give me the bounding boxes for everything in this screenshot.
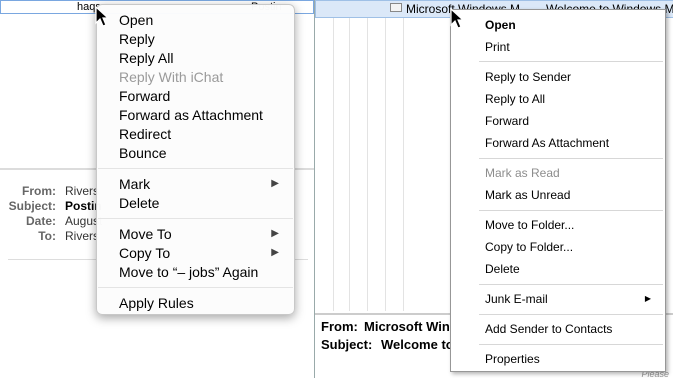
submenu-arrow-icon: ▶ xyxy=(271,228,279,239)
column-gridline xyxy=(333,18,334,311)
header-label: Date: xyxy=(25,214,56,228)
menu-item-reply-all[interactable]: Reply All xyxy=(119,49,289,67)
menu-item-mark[interactable]: Mark ▶ xyxy=(119,175,289,193)
menu-item-mark-as-unread[interactable]: Mark as Unread xyxy=(485,187,661,203)
header-label: From: xyxy=(22,184,56,198)
menu-separator xyxy=(98,287,293,288)
header-value: Rivers xyxy=(65,184,100,198)
menu-item-delete[interactable]: Delete xyxy=(119,194,289,212)
mac-context-menu: Open Reply Reply All Reply With iChat Fo… xyxy=(96,4,295,315)
header-label: To: xyxy=(38,229,56,243)
mouse-cursor-icon xyxy=(450,8,465,29)
menu-item-label: Copy To xyxy=(119,245,171,261)
column-gridline xyxy=(385,18,386,311)
menu-item-label: Junk E-mail xyxy=(485,292,548,306)
menu-separator xyxy=(479,314,663,315)
menu-separator xyxy=(479,210,663,211)
menu-item-move-again[interactable]: Move to “– jobs” Again xyxy=(119,263,289,281)
menu-separator xyxy=(98,168,293,169)
menu-item-add-sender-to-contacts[interactable]: Add Sender to Contacts xyxy=(485,321,661,337)
preview-from-value: Microsoft Win xyxy=(364,319,450,334)
menu-item-mark-as-read: Mark as Read xyxy=(485,166,560,180)
menu-item-move-to[interactable]: Move To ▶ xyxy=(119,225,289,243)
mouse-cursor-icon xyxy=(95,6,110,27)
menu-item-forward-as-attachment[interactable]: Forward as Attachment xyxy=(119,106,289,124)
menu-item-forward[interactable]: Forward xyxy=(485,113,661,129)
preview-subject-value: Welcome to xyxy=(381,337,454,352)
menu-item-properties[interactable]: Properties xyxy=(485,351,661,367)
menu-item-copy-to-folder[interactable]: Copy to Folder... xyxy=(485,239,661,255)
preview-from: From: Microsoft Win xyxy=(321,319,450,335)
menu-item-move-to-folder[interactable]: Move to Folder... xyxy=(485,217,661,233)
menu-item-junk-email[interactable]: Junk E-mail ▶ xyxy=(485,291,661,307)
column-gridline xyxy=(403,18,404,311)
menu-item-reply-with-ichat: Reply With iChat xyxy=(119,69,224,85)
preview-subject: Subject: Welcome to xyxy=(321,337,454,353)
menu-item-delete[interactable]: Delete xyxy=(485,261,661,277)
mac-mail-pane: haqs Postin From: Rivers Subject: Postin… xyxy=(0,0,314,378)
menu-item-label: Mark xyxy=(119,176,151,192)
menu-item-reply-to-sender[interactable]: Reply to Sender xyxy=(485,69,661,85)
menu-item-reply-to-all[interactable]: Reply to All xyxy=(485,91,661,107)
preview-from-label: From: xyxy=(321,319,358,334)
menu-item-print[interactable]: Print xyxy=(485,39,661,55)
menu-separator xyxy=(479,158,663,159)
menu-item-label: Move To xyxy=(119,226,172,242)
menu-item-redirect[interactable]: Redirect xyxy=(119,125,289,143)
menu-separator xyxy=(98,218,293,219)
header-label: Subject: xyxy=(8,199,56,213)
column-gridline xyxy=(349,18,350,311)
submenu-arrow-icon: ▶ xyxy=(271,247,279,258)
submenu-arrow-icon: ▶ xyxy=(271,178,279,189)
submenu-arrow-icon: ▶ xyxy=(644,294,651,303)
envelope-icon xyxy=(390,3,402,12)
menu-item-forward-as-attachment[interactable]: Forward As Attachment xyxy=(485,135,661,151)
menu-separator xyxy=(479,61,663,62)
windows-context-menu: Open Print Reply to Sender Reply to All … xyxy=(450,9,666,372)
menu-item-bounce[interactable]: Bounce xyxy=(119,144,289,162)
menu-item-open[interactable]: Open xyxy=(119,11,289,29)
preview-subject-label: Subject: xyxy=(321,337,373,352)
menu-item-apply-rules[interactable]: Apply Rules xyxy=(119,294,289,312)
header-value: Rivers xyxy=(65,229,100,243)
menu-item-copy-to[interactable]: Copy To ▶ xyxy=(119,244,289,262)
column-gridline xyxy=(367,18,368,311)
menu-item-open[interactable]: Open xyxy=(485,17,661,33)
menu-separator xyxy=(479,344,663,345)
menu-item-forward[interactable]: Forward xyxy=(119,87,289,105)
menu-separator xyxy=(479,284,663,285)
menu-item-reply[interactable]: Reply xyxy=(119,30,289,48)
